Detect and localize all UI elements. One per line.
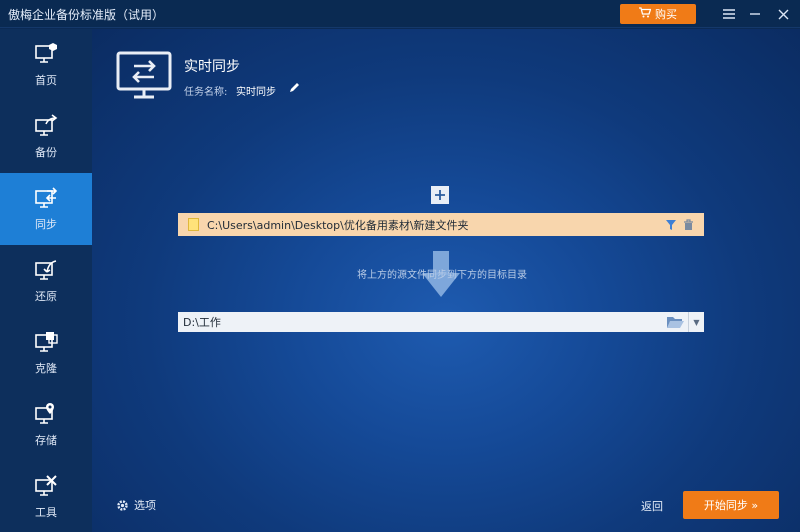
sidebar-item-clone[interactable]: 克隆 [0,317,92,389]
chevron-down-icon[interactable]: ▼ [688,312,704,332]
destination-path: D:\工作 [183,316,221,329]
sidebar-item-restore[interactable]: 还原 [0,245,92,317]
minimize-icon[interactable] [744,4,766,24]
sidebar-item-label: 备份 [35,146,57,159]
gear-icon [117,499,128,511]
backup-icon [35,114,58,136]
folder-icon [188,218,199,231]
buy-label: 购买 [655,8,677,21]
title-bar: 傲梅企业备份标准版（试用） 购买 [0,0,800,28]
sidebar-item-label: 首页 [35,74,57,87]
sync-hint-text: 将上方的源文件同步到下方的目标目录 [357,270,527,281]
sidebar-item-label: 还原 [35,290,57,303]
home-monitor-icon [35,43,57,63]
source-path: C:\Users\admin\Desktop\优化备用素材\新建文件夹 [207,218,469,232]
sidebar-item-label: 同步 [35,218,57,231]
task-name-value: 实时同步 [236,87,276,98]
menu-icon[interactable] [718,4,740,24]
app-window: 傲梅企业备份标准版（试用） 购买 首页 备份 同步 还原 克隆 存储 工具 实时… [0,0,800,532]
restore-icon [35,260,57,280]
sync-icon [35,187,58,208]
sidebar-item-label: 存储 [35,434,57,447]
plus-icon [435,190,445,200]
sidebar-item-label: 克隆 [35,362,57,375]
page-title: 实时同步 [184,59,240,75]
sidebar-item-sync[interactable]: 同步 [0,173,92,245]
cart-icon [639,7,652,21]
edit-pencil-icon[interactable] [288,82,300,94]
add-source-button[interactable] [431,186,449,204]
tools-icon [35,475,57,496]
start-sync-button[interactable]: 开始同步 » [683,491,779,519]
app-title: 傲梅企业备份标准版（试用） [8,8,165,22]
sidebar-item-tools[interactable]: 工具 [0,461,92,532]
sidebar-item-home[interactable]: 首页 [0,29,92,101]
storage-icon [35,403,54,424]
sidebar-item-backup[interactable]: 备份 [0,101,92,173]
open-folder-icon[interactable] [666,315,684,329]
sidebar-item-label: 工具 [35,506,57,519]
close-icon[interactable] [772,4,794,24]
sidebar-item-storage[interactable]: 存储 [0,389,92,461]
sidebar: 首页 备份 同步 还原 克隆 存储 工具 [0,29,92,532]
back-button[interactable]: 返回 [641,498,663,514]
clone-icon [35,332,58,352]
options-label: 选项 [134,499,156,512]
filter-icon[interactable] [665,219,677,231]
sync-monitor-icon [116,51,172,99]
buy-button[interactable]: 购买 [620,4,696,24]
options-button[interactable]: 选项 [116,497,156,513]
destination-folder-row[interactable]: D:\工作 ▼ [178,312,704,332]
main-panel: 实时同步 任务名称: 实时同步 C:\Users\admin\Desktop\优… [92,29,800,532]
trash-icon[interactable] [683,218,694,231]
task-name-label: 任务名称: [184,87,228,98]
source-folder-row[interactable]: C:\Users\admin\Desktop\优化备用素材\新建文件夹 [178,213,704,236]
